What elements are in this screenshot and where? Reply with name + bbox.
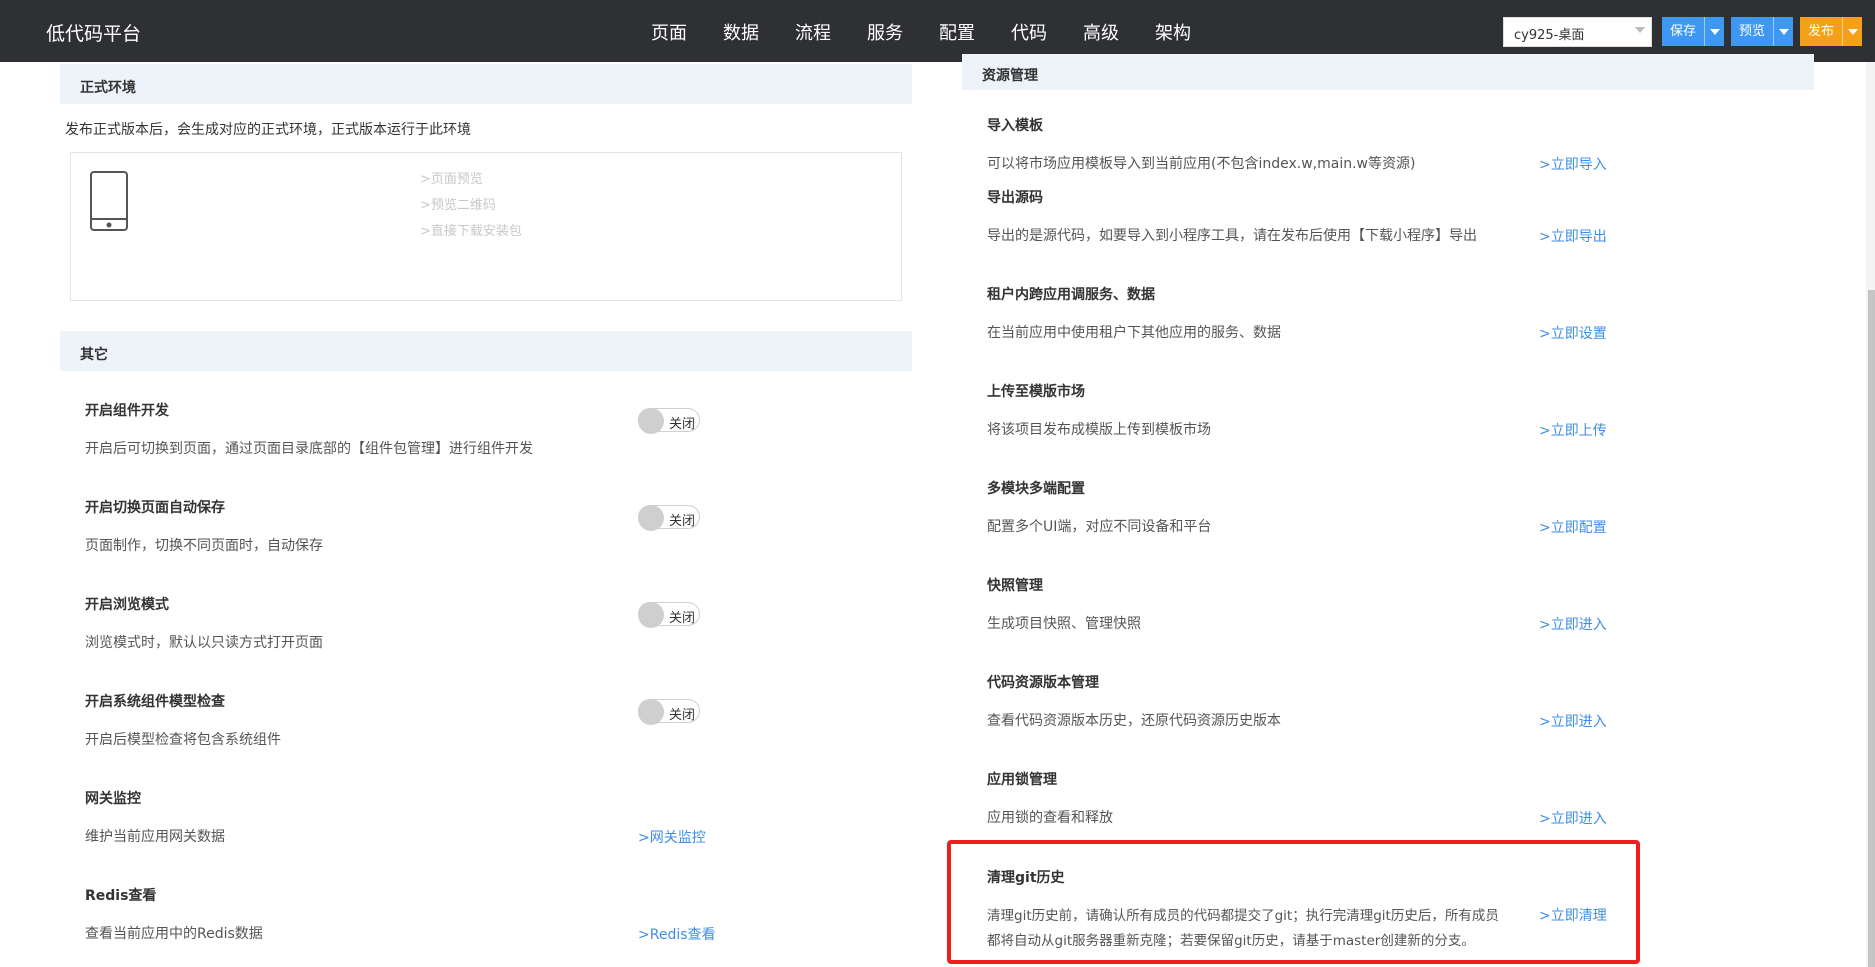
export-source-link[interactable]: >立即导出: [1539, 226, 1607, 246]
component-dev-title: 开启组件开发: [85, 403, 169, 419]
toggle-label: 关闭: [669, 611, 696, 626]
toggle-knob: [638, 505, 664, 531]
mobile-phone-icon: [90, 171, 128, 231]
component-dev-desc: 开启后可切换到页面，通过页面目录底部的【组件包管理】进行组件开发: [85, 441, 533, 457]
environment-select-value: cy925-桌面: [1514, 28, 1585, 43]
nav-item-config[interactable]: 配置: [939, 19, 975, 45]
preview-button-label: 预览: [1739, 24, 1766, 39]
toggle-knob: [638, 602, 664, 628]
browse-mode-toggle[interactable]: 关闭: [638, 602, 700, 628]
code-version-desc: 查看代码资源版本历史，还原代码资源历史版本: [987, 713, 1281, 729]
toggle-label: 关闭: [669, 417, 696, 432]
export-source-desc: 导出的是源代码，如要导入到小程序工具，请在发布后使用【下载小程序】导出: [987, 228, 1477, 244]
page-preview-link[interactable]: >页面预览: [420, 167, 522, 193]
preview-button[interactable]: 预览: [1731, 17, 1794, 46]
nav-item-architecture[interactable]: 架构: [1155, 19, 1191, 45]
multi-module-link[interactable]: >立即配置: [1539, 517, 1607, 537]
nav-item-flow[interactable]: 流程: [795, 19, 831, 45]
code-version-title: 代码资源版本管理: [987, 675, 1099, 691]
gateway-monitor-title: 网关监控: [85, 791, 141, 807]
chevron-down-icon: [1635, 27, 1645, 33]
browse-mode-desc: 浏览模式时，默认以只读方式打开页面: [85, 635, 323, 651]
nav-item-advanced[interactable]: 高级: [1083, 19, 1119, 57]
prod-env-box: >页面预览 >预览二维码 >直接下载安装包: [70, 152, 902, 301]
cross-app-desc: 在当前应用中使用租户下其他应用的服务、数据: [987, 325, 1281, 341]
gateway-monitor-desc: 维护当前应用网关数据: [85, 829, 225, 845]
top-bar: 低代码平台 页面 数据 流程 服务 配置 代码 高级 架构 cy925-桌面 保…: [0, 0, 1875, 62]
publish-button-label: 发布: [1808, 24, 1835, 39]
upload-market-link[interactable]: >立即上传: [1539, 420, 1607, 440]
scrollbar-thumb[interactable]: [1868, 290, 1875, 967]
browse-mode-title: 开启浏览模式: [85, 597, 169, 613]
publish-dropdown-arrow-icon[interactable]: [1842, 17, 1862, 46]
nav-item-service[interactable]: 服务: [867, 19, 903, 45]
section-header-resources: 资源管理: [962, 54, 1814, 90]
cross-app-title: 租户内跨应用调服务、数据: [987, 287, 1155, 303]
app-lock-title: 应用锁管理: [987, 772, 1057, 788]
model-check-toggle[interactable]: 关闭: [638, 699, 700, 725]
download-package-link[interactable]: >直接下载安装包: [420, 219, 522, 245]
app-title: 低代码平台: [46, 23, 142, 45]
toggle-knob: [638, 699, 664, 725]
auto-save-toggle[interactable]: 关闭: [638, 505, 700, 531]
app-lock-link[interactable]: >立即进入: [1539, 808, 1607, 828]
auto-save-title: 开启切换页面自动保存: [85, 500, 225, 516]
redis-view-link[interactable]: >Redis查看: [638, 924, 716, 944]
upload-market-title: 上传至模版市场: [987, 384, 1085, 400]
component-dev-toggle[interactable]: 关闭: [638, 408, 700, 434]
auto-save-desc: 页面制作，切换不同页面时，自动保存: [85, 538, 323, 554]
nav-item-code[interactable]: 代码: [1011, 19, 1047, 45]
cross-app-link[interactable]: >立即设置: [1539, 323, 1607, 343]
redis-view-desc: 查看当前应用中的Redis数据: [85, 926, 263, 942]
multi-module-title: 多模块多端配置: [987, 481, 1085, 497]
app-lock-desc: 应用锁的查看和释放: [987, 810, 1113, 826]
toggle-label: 关闭: [669, 708, 696, 723]
toggle-label: 关闭: [669, 514, 696, 529]
preview-dropdown-arrow-icon[interactable]: [1773, 17, 1793, 46]
snapshot-title: 快照管理: [987, 578, 1043, 594]
prod-env-links: >页面预览 >预览二维码 >直接下载安装包: [420, 167, 522, 245]
environment-select[interactable]: cy925-桌面: [1503, 17, 1652, 47]
multi-module-desc: 配置多个UI端，对应不同设备和平台: [987, 519, 1212, 535]
toggle-knob: [638, 408, 664, 434]
main-nav: 页面 数据 流程 服务 配置 代码 高级 架构: [651, 19, 1227, 57]
publish-button[interactable]: 发布: [1800, 17, 1863, 46]
snapshot-link[interactable]: >立即进入: [1539, 614, 1607, 634]
model-check-title: 开启系统组件模型检查: [85, 694, 225, 710]
save-dropdown-arrow-icon[interactable]: [1704, 17, 1724, 46]
preview-qrcode-link[interactable]: >预览二维码: [420, 193, 522, 219]
save-button-label: 保存: [1670, 24, 1697, 39]
gateway-monitor-link[interactable]: >网关监控: [638, 827, 706, 847]
import-template-title: 导入模板: [987, 118, 1043, 134]
upload-market-desc: 将该项目发布成模版上传到模板市场: [987, 422, 1211, 438]
export-source-title: 导出源码: [987, 190, 1043, 206]
nav-item-data[interactable]: 数据: [723, 19, 759, 45]
section-header-other: 其它: [60, 331, 912, 371]
import-template-desc: 可以将市场应用模板导入到当前应用(不包含index.w,main.w等资源): [987, 156, 1416, 172]
redis-view-title: Redis查看: [85, 888, 157, 904]
save-button[interactable]: 保存: [1662, 17, 1725, 46]
code-version-link[interactable]: >立即进入: [1539, 711, 1607, 731]
model-check-desc: 开启后模型检查将包含系统组件: [85, 732, 281, 748]
nav-item-page[interactable]: 页面: [651, 19, 687, 45]
highlight-box: [947, 840, 1640, 964]
import-template-link[interactable]: >立即导入: [1539, 154, 1607, 174]
prod-env-description: 发布正式版本后，会生成对应的正式环境，正式版本运行于此环境: [65, 122, 471, 138]
snapshot-desc: 生成项目快照、管理快照: [987, 616, 1141, 632]
section-header-prod-env: 正式环境: [60, 64, 912, 104]
